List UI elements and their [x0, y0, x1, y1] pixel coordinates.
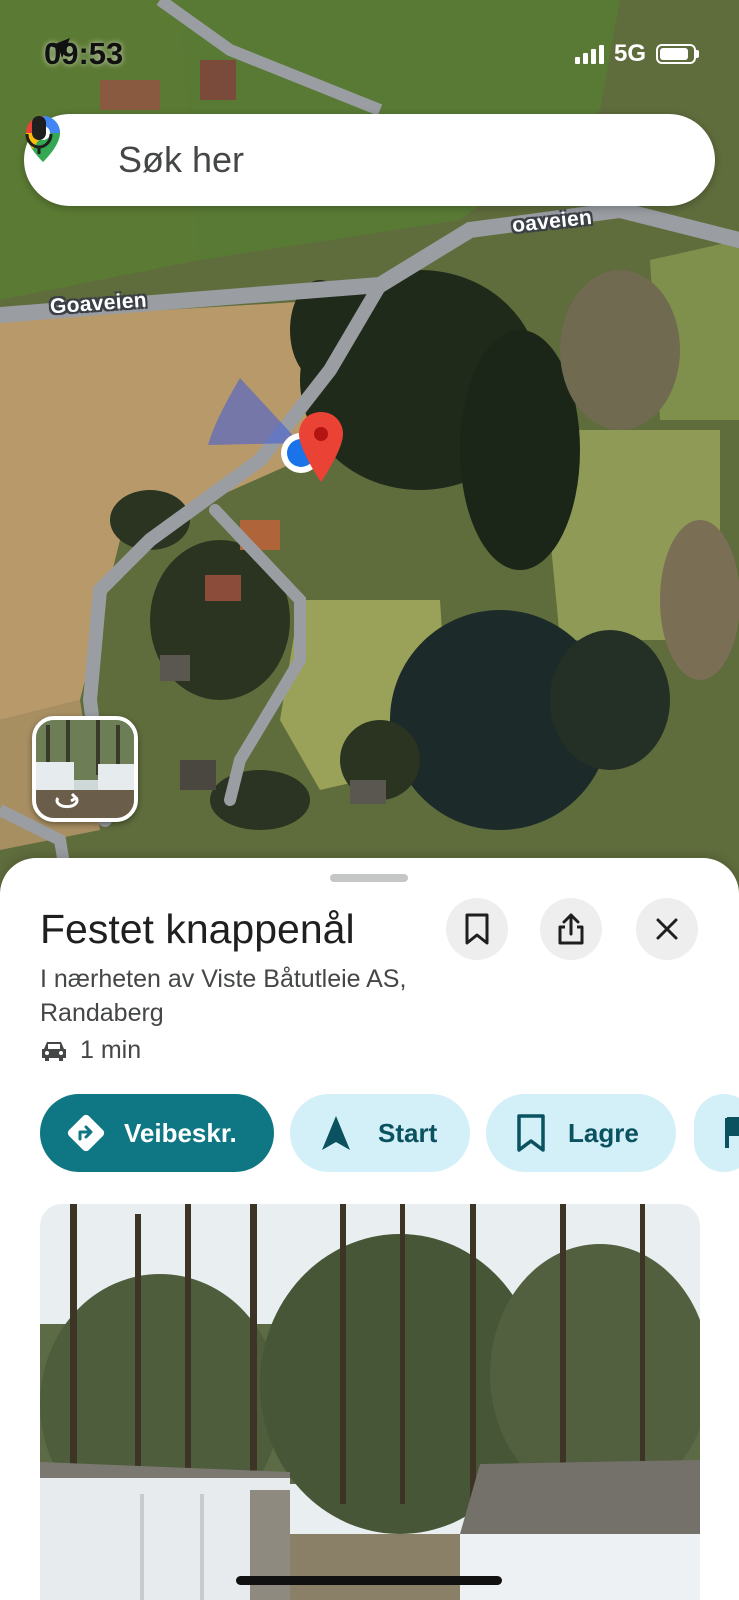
- start-navigation-button[interactable]: Start: [290, 1094, 470, 1172]
- status-time: 09:53: [44, 36, 124, 71]
- location-arrow-icon: [50, 38, 70, 58]
- battery-icon: [656, 44, 699, 64]
- status-indicators: 5G: [574, 40, 699, 68]
- search-bar[interactable]: Søk her: [24, 114, 715, 206]
- close-icon: [656, 918, 678, 940]
- directions-label: Veibeskr.: [124, 1117, 237, 1148]
- street-view-thumbnail[interactable]: [32, 716, 138, 822]
- place-details-sheet[interactable]: Festet knappenål I nærheten av Viste Båt…: [0, 858, 739, 1600]
- map-view[interactable]: oaveien Goaveien 09:53 5G Søk her: [0, 0, 739, 900]
- home-indicator: [236, 1576, 502, 1585]
- save-label: Lagre: [568, 1117, 639, 1148]
- save-bookmark-button[interactable]: [446, 898, 508, 960]
- street-view-preview: [36, 720, 134, 818]
- sheet-drag-handle[interactable]: [330, 874, 408, 882]
- save-place-button[interactable]: Lagre: [486, 1094, 676, 1172]
- place-subtitle: I nærheten av Viste Båtutleie AS, Randab…: [40, 965, 407, 1027]
- bookmark-icon: [465, 913, 489, 945]
- signal-icon: [574, 44, 604, 64]
- travel-time: 1 min: [40, 1036, 141, 1065]
- network-type: 5G: [613, 40, 646, 67]
- navigation-arrow-icon: [322, 1116, 350, 1150]
- place-photo-image: [40, 1204, 700, 1600]
- dropped-pin-icon[interactable]: [296, 410, 346, 486]
- travel-time-label: 1 min: [80, 1036, 142, 1064]
- search-input[interactable]: Søk her: [118, 139, 244, 181]
- car-icon: [42, 1041, 66, 1061]
- place-title: Festet knappenål: [40, 906, 355, 952]
- close-button[interactable]: [636, 898, 698, 960]
- microphone-icon[interactable]: [24, 114, 54, 158]
- share-icon: [558, 913, 584, 945]
- directions-button[interactable]: Veibeskr.: [40, 1094, 274, 1172]
- directions-icon: [67, 1114, 105, 1152]
- flag-icon: [725, 1117, 739, 1148]
- start-label: Start: [378, 1117, 438, 1148]
- place-photo[interactable]: [40, 1204, 700, 1600]
- share-button[interactable]: [540, 898, 602, 960]
- more-actions-chip[interactable]: [694, 1094, 739, 1172]
- bookmark-icon: [517, 1114, 545, 1152]
